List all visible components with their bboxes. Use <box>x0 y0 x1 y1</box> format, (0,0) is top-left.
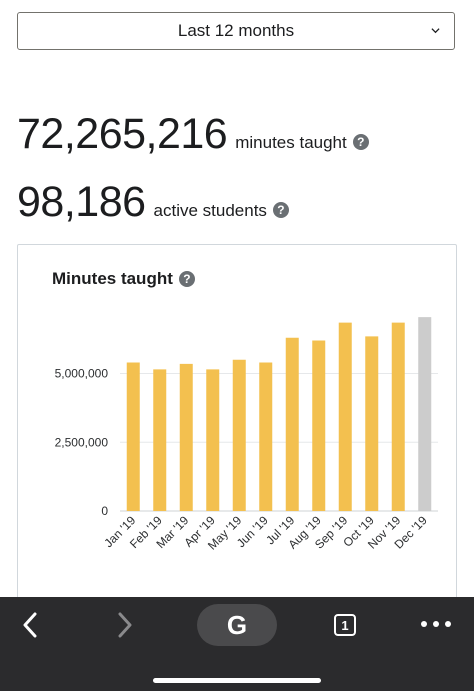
help-icon[interactable]: ? <box>178 271 195 287</box>
stat-value: 72,265,216 <box>17 110 228 158</box>
bar <box>285 337 299 511</box>
bar <box>312 340 326 511</box>
help-icon[interactable]: ? <box>352 134 369 150</box>
stat-value: 98,186 <box>17 178 146 226</box>
tabs-button[interactable]: 1 <box>334 614 356 636</box>
bar <box>126 362 140 511</box>
chevron-left-icon[interactable] <box>20 611 42 639</box>
search-button[interactable]: G <box>197 604 277 646</box>
bar <box>259 362 273 511</box>
minutes-taught-chart: 02,500,0005,000,000Jan '19Feb '19Mar '19… <box>55 317 438 553</box>
browser-bottom-bar: G 1 <box>0 597 474 691</box>
y-tick-label: 2,500,000 <box>55 435 109 449</box>
chevron-down-icon <box>431 28 440 34</box>
stat-minutes-taught: 72,265,216 minutes taught ? <box>17 110 369 159</box>
card-title-text: Minutes taught <box>52 269 173 288</box>
bar <box>153 369 167 511</box>
bar <box>206 369 220 511</box>
help-icon[interactable]: ? <box>272 202 289 218</box>
y-tick-label: 5,000,000 <box>55 367 109 381</box>
stat-label: active students <box>153 201 267 220</box>
stat-active-students: 98,186 active students ? <box>17 178 289 227</box>
card-title: Minutes taught ? <box>52 269 195 289</box>
google-icon: G <box>226 609 248 640</box>
bar <box>338 322 352 511</box>
home-indicator <box>153 678 321 683</box>
y-tick-label: 0 <box>101 504 108 518</box>
bar <box>418 317 432 511</box>
chevron-right-icon[interactable] <box>114 611 136 639</box>
date-range-selected: Last 12 months <box>177 21 295 40</box>
date-range-select[interactable]: Last 12 months <box>17 12 455 50</box>
more-horizontal-icon[interactable] <box>420 619 452 629</box>
bar <box>391 322 405 511</box>
bar <box>365 336 379 511</box>
bar <box>232 359 246 511</box>
minutes-taught-card: 0 2,500,000 5,000,000 Jan '19 Feb '19 Mar '19… <box>17 244 457 614</box>
stat-label: minutes taught <box>235 133 347 152</box>
bar <box>179 363 193 511</box>
tab-count: 1 <box>341 617 349 633</box>
